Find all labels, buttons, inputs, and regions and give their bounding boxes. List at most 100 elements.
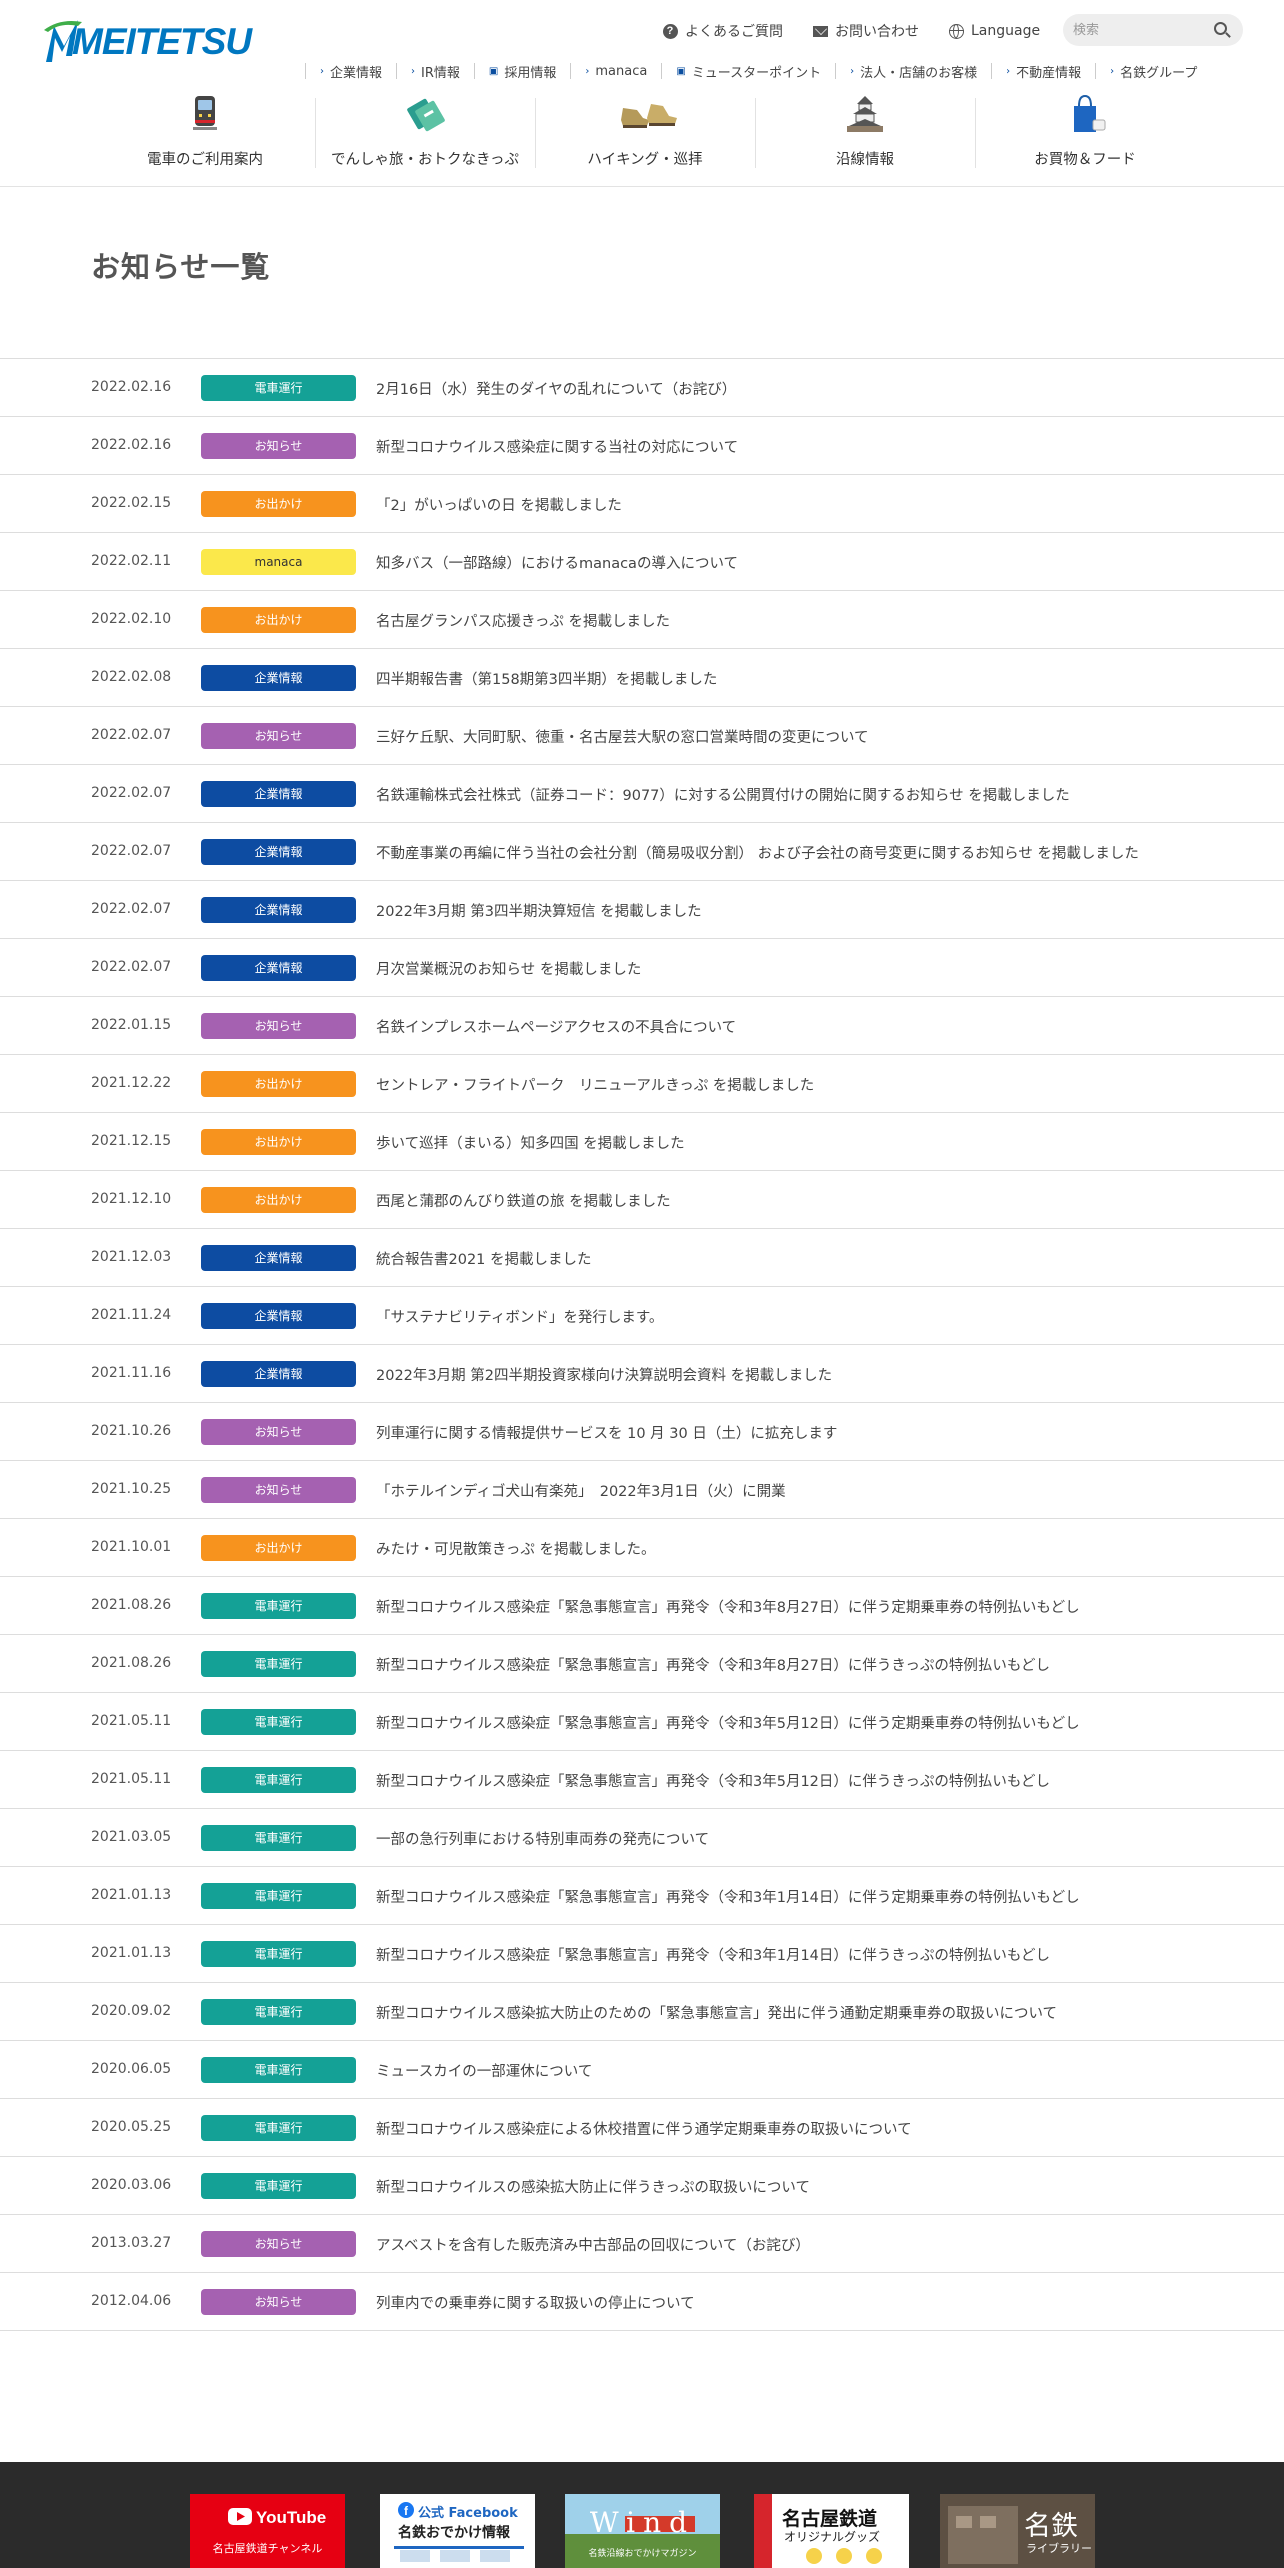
news-title-link[interactable]: 新型コロナウイルス感染症に関する当社の対応について [376,436,738,457]
news-title-link[interactable]: 「2」がいっぱいの日 を掲載しました [376,494,622,515]
news-row[interactable]: 2022.01.15 お知らせ 名鉄インプレスホームページアクセスの不具合について [0,997,1284,1055]
news-row[interactable]: 2021.08.26 電車運行 新型コロナウイルス感染症「緊急事態宣言」再発令（令和… [0,1577,1284,1635]
search-icon[interactable] [1214,22,1227,35]
news-row[interactable]: 2021.12.15 お出かけ 歩いて巡拝（まいる）知多四国 を掲載しました [0,1113,1284,1171]
search-input[interactable] [1073,18,1203,42]
news-title-link[interactable]: 新型コロナウイルス感染症「緊急事態宣言」再発令（令和3年5月12日）に伴う定期乗… [376,1712,1080,1733]
news-title-link[interactable]: 新型コロナウイルスの感染拡大防止に伴うきっぷの取扱いについて [376,2176,810,2197]
news-row[interactable]: 2021.05.11 電車運行 新型コロナウイルス感染症「緊急事態宣言」再発令（令和… [0,1693,1284,1751]
news-row[interactable]: 2012.04.06 お知らせ 列車内での乗車券に関する取扱いの停止について [0,2273,1284,2331]
news-row[interactable]: 2020.03.06 電車運行 新型コロナウイルスの感染拡大防止に伴うきっぷの取扱い… [0,2157,1284,2215]
subnav-item-business[interactable]: › 法人・店舗のお客様 [835,63,991,81]
subnav-item-mustar-point[interactable]: ▣ ミュースターポイント [661,63,835,81]
news-title-link[interactable]: 列車内での乗車券に関する取扱いの停止について [376,2292,695,2313]
news-date: 2013.03.27 [91,2235,172,2251]
news-row[interactable]: 2021.03.05 電車運行 一部の急行列車における特別車両券の発売について [0,1809,1284,1867]
news-title-link[interactable]: 不動産事業の再編に伴う当社の会社分割（簡易吸収分割） および子会社の商号変更に関… [376,842,1139,863]
page-title: お知らせ一覧 [91,250,271,284]
news-title-link[interactable]: 新型コロナウイルス感染症「緊急事態宣言」再発令（令和3年8月27日）に伴うきっぷ… [376,1654,1050,1675]
news-title-link[interactable]: セントレア・フライトパーク リニューアルきっぷ を掲載しました [376,1074,814,1095]
news-row[interactable]: 2020.05.25 電車運行 新型コロナウイルス感染症による休校措置に伴う通学定期… [0,2099,1284,2157]
facebook-banner[interactable]: f 公式 Facebook 名鉄おでかけ情報 [380,2494,535,2568]
news-row[interactable]: 2022.02.08 企業情報 四半期報告書（第158期第3四半期）を掲載しました [0,649,1284,707]
category-badge: お知らせ [201,2289,356,2315]
news-title-link[interactable]: 知多バス（一部路線）におけるmanacaの導入について [376,552,738,573]
faq-link[interactable]: ? よくあるご質問 [662,20,783,42]
category-badge: 電車運行 [201,1709,356,1735]
news-row[interactable]: 2021.12.10 お出かけ 西尾と蒲郡のんびり鉄道の旅 を掲載しました [0,1171,1284,1229]
news-row[interactable]: 2022.02.07 企業情報 不動産事業の再編に伴う当社の会社分割（簡易吸収分割）… [0,823,1284,881]
news-row[interactable]: 2022.02.16 お知らせ 新型コロナウイルス感染症に関する当社の対応について [0,417,1284,475]
news-row[interactable]: 2021.05.11 電車運行 新型コロナウイルス感染症「緊急事態宣言」再発令（令和… [0,1751,1284,1809]
news-row[interactable]: 2021.12.22 お出かけ セントレア・フライトパーク リニューアルきっぷ を掲… [0,1055,1284,1113]
news-title-link[interactable]: 歩いて巡拝（まいる）知多四国 を掲載しました [376,1132,685,1153]
subnav-item-recruit[interactable]: ▣ 採用情報 [473,63,570,81]
youtube-banner[interactable]: YouTube 名古屋鉄道チャンネル [190,2494,345,2568]
meitetsu-logo[interactable]: MEITETSU [40,14,252,70]
goods-banner[interactable]: 名古屋鉄道 オリジナルグッズ [754,2494,909,2568]
news-row[interactable]: 2020.09.02 電車運行 新型コロナウイルス感染拡大防止のための「緊急事態宣言… [0,1983,1284,2041]
mainnav-item-area[interactable]: 沿線情報 [755,90,975,174]
news-row[interactable]: 2022.02.07 企業情報 月次営業概況のお知らせ を掲載しました [0,939,1284,997]
news-title-link[interactable]: 名鉄インプレスホームページアクセスの不具合について [376,1016,736,1037]
news-row[interactable]: 2013.03.27 お知らせ アスベストを含有した販売済み中古部品の回収について（… [0,2215,1284,2273]
news-title-link[interactable]: 2月16日（水）発生のダイヤの乱れについて（お詫び） [376,378,736,399]
news-title-link[interactable]: 「サステナビリティボンド」を発行します。 [376,1306,663,1327]
news-date: 2021.10.01 [91,1539,172,1555]
language-link[interactable]: Language [948,20,1040,42]
news-title-link[interactable]: 三好ケ丘駅、大同町駅、徳重・名古屋芸大駅の窓口営業時間の変更について [376,726,869,747]
news-row[interactable]: 2021.08.26 電車運行 新型コロナウイルス感染症「緊急事態宣言」再発令（令和… [0,1635,1284,1693]
subnav-item-manaca[interactable]: › manaca [570,63,661,79]
news-row[interactable]: 2022.02.10 お出かけ 名古屋グランパス応援きっぷ を掲載しました [0,591,1284,649]
subnav-item-realestate[interactable]: › 不動産情報 [991,63,1095,81]
news-row[interactable]: 2021.11.16 企業情報 2022年3月期 第2四半期投資家様向け決算説明会資… [0,1345,1284,1403]
news-title-link[interactable]: 2022年3月期 第2四半期投資家様向け決算説明会資料 を掲載しました [376,1364,832,1385]
wind-banner[interactable]: Wind 名鉄沿線おでかけマガジン [565,2494,720,2568]
news-title-link[interactable]: 列車運行に関する情報提供サービスを 10 月 30 日（土）に拡充します [376,1422,837,1443]
news-title-link[interactable]: 「ホテルインディゴ犬山有楽苑」 2022年3月1日（火）に開業 [376,1480,786,1501]
news-row[interactable]: 2022.02.07 お知らせ 三好ケ丘駅、大同町駅、徳重・名古屋芸大駅の窓口営業時… [0,707,1284,765]
news-date: 2021.12.10 [91,1191,172,1207]
news-row[interactable]: 2021.11.24 企業情報 「サステナビリティボンド」を発行します。 [0,1287,1284,1345]
news-row[interactable]: 2020.06.05 電車運行 ミュースカイの一部運休について [0,2041,1284,2099]
news-row[interactable]: 2021.10.26 お知らせ 列車運行に関する情報提供サービスを 10 月 30 … [0,1403,1284,1461]
mainnav-item-train[interactable]: 電車のご利用案内 [95,90,315,174]
news-title-link[interactable]: 新型コロナウイルス感染症「緊急事態宣言」再発令（令和3年8月27日）に伴う定期乗… [376,1596,1080,1617]
contact-link[interactable]: お問い合わせ [812,20,919,42]
news-row[interactable]: 2022.02.07 企業情報 名鉄運輸株式会社株式（証券コード：9077）に対する… [0,765,1284,823]
news-row[interactable]: 2021.01.13 電車運行 新型コロナウイルス感染症「緊急事態宣言」再発令（令和… [0,1925,1284,1983]
news-title-link[interactable]: 統合報告書2021 を掲載しました [376,1248,592,1269]
news-title-link[interactable]: みたけ・可児散策きっぷ を掲載しました。 [376,1538,656,1559]
news-title-link[interactable]: 名鉄運輸株式会社株式（証券コード：9077）に対する公開買付けの開始に関するお知… [376,784,1070,805]
mainnav-item-shopping[interactable]: お買物＆フード [975,90,1195,174]
subnav-item-group[interactable]: › 名鉄グループ [1095,63,1211,81]
news-title-link[interactable]: 新型コロナウイルス感染拡大防止のための「緊急事態宣言」発出に伴う通勤定期乗車券の… [376,2002,1057,2023]
news-title-link[interactable]: アスベストを含有した販売済み中古部品の回収について（お詫び） [376,2234,810,2255]
news-title-link[interactable]: 新型コロナウイルス感染症「緊急事態宣言」再発令（令和3年1月14日）に伴うきっぷ… [376,1944,1050,1965]
news-title-link[interactable]: 西尾と蒲郡のんびり鉄道の旅 を掲載しました [376,1190,671,1211]
news-row[interactable]: 2022.02.15 お出かけ 「2」がいっぱいの日 を掲載しました [0,475,1284,533]
news-title-link[interactable]: 2022年3月期 第3四半期決算短信 を掲載しました [376,900,702,921]
news-title-link[interactable]: 新型コロナウイルス感染症による休校措置に伴う通学定期乗車券の取扱いについて [376,2118,912,2139]
news-title-link[interactable]: 新型コロナウイルス感染症「緊急事態宣言」再発令（令和3年1月14日）に伴う定期乗… [376,1886,1080,1907]
subnav-item-ir[interactable]: › IR情報 [396,63,474,81]
library-banner[interactable]: 名鉄 ライブラリー [940,2494,1095,2568]
news-title-link[interactable]: 一部の急行列車における特別車両券の発売について [376,1828,709,1849]
news-title-link[interactable]: 月次営業概況のお知らせ を掲載しました [376,958,641,979]
news-title-link[interactable]: ミュースカイの一部運休について [376,2060,592,2081]
subnav-item-corporate[interactable]: › 企業情報 [305,63,396,81]
mainnav-item-tickets[interactable]: でんしゃ旅・おトクなきっぷ [315,90,535,174]
news-title-link[interactable]: 名古屋グランパス応援きっぷ を掲載しました [376,610,670,631]
mainnav-item-hiking[interactable]: ハイキング・巡拝 [535,90,755,174]
news-title-link[interactable]: 四半期報告書（第158期第3四半期）を掲載しました [376,668,717,689]
news-row[interactable]: 2021.12.03 企業情報 統合報告書2021 を掲載しました [0,1229,1284,1287]
goods-banner-subtitle: オリジナルグッズ [784,2530,881,2544]
news-title-link[interactable]: 新型コロナウイルス感染症「緊急事態宣言」再発令（令和3年5月12日）に伴うきっぷ… [376,1770,1050,1791]
news-row[interactable]: 2022.02.16 電車運行 2月16日（水）発生のダイヤの乱れについて（お詫び） [0,359,1284,417]
news-row[interactable]: 2021.01.13 電車運行 新型コロナウイルス感染症「緊急事態宣言」再発令（令和… [0,1867,1284,1925]
news-row[interactable]: 2021.10.01 お出かけ みたけ・可児散策きっぷ を掲載しました。 [0,1519,1284,1577]
category-badge: 電車運行 [201,1825,356,1851]
news-row[interactable]: 2022.02.07 企業情報 2022年3月期 第3四半期決算短信 を掲載しました [0,881,1284,939]
news-row[interactable]: 2021.10.25 お知らせ 「ホテルインディゴ犬山有楽苑」 2022年3月1日（… [0,1461,1284,1519]
news-row[interactable]: 2022.02.11 manaca 知多バス（一部路線）におけるmanacaの導入に… [0,533,1284,591]
